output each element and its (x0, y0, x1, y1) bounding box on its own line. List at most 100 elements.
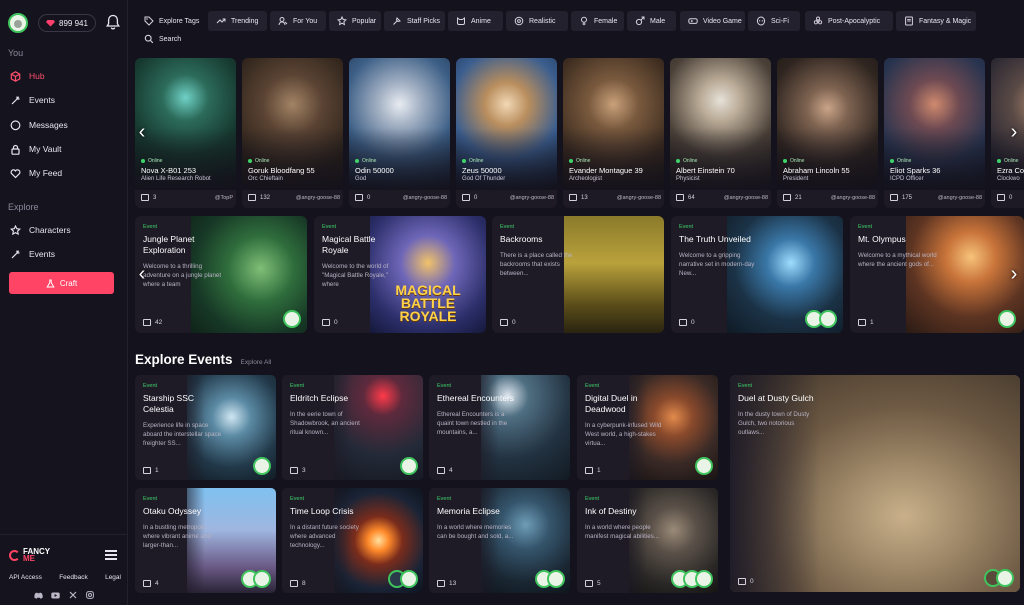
host-avatar[interactable] (253, 457, 271, 475)
character-card[interactable]: Online Goruk Bloodfang 55 Orc Chieftain … (242, 58, 343, 208)
menu-icon[interactable] (105, 550, 117, 560)
instagram-icon[interactable] (85, 591, 94, 599)
character-card[interactable]: Online Nova X-B01 253 Alien Life Researc… (135, 58, 236, 208)
event-card[interactable]: Event Ethereal Encounters Ethereal Encount… (429, 375, 570, 480)
event-card[interactable]: Event Backrooms There is a place called … (492, 216, 664, 333)
character-footer: 132 @angry-goose-88 (248, 194, 340, 201)
event-card[interactable]: Event The Truth Unveiled Welcome to a gr… (671, 216, 843, 333)
carousel-prev-icon[interactable]: ‹ (135, 118, 149, 146)
gem-balance[interactable]: 899 941 (38, 14, 96, 32)
female-icon (579, 16, 589, 26)
host-avatar[interactable] (996, 569, 1014, 587)
event-card[interactable]: Event Time Loop Crisis In a distant future… (282, 488, 423, 593)
sidebar-item-vault[interactable]: My Vault (10, 142, 61, 156)
character-card[interactable]: Online Eliot Sparks 36 ICPD Officer 175 @… (884, 58, 985, 208)
creator-handle: @angry-goose-88 (937, 194, 982, 201)
event-count: 1 (585, 467, 601, 474)
character-card[interactable]: Online Odin 50000 God 0 @angry-goose-88 (349, 58, 450, 208)
carousel-prev-icon[interactable]: ‹ (135, 260, 149, 288)
tag-for-you[interactable]: For You (270, 11, 326, 31)
sidebar-item-feed[interactable]: My Feed (10, 166, 62, 180)
online-badge: Online (997, 158, 1018, 164)
creator-handle: @angry-goose-88 (295, 194, 340, 201)
tag-label: Anime (471, 17, 491, 25)
host-avatar[interactable] (283, 310, 301, 328)
sidebar-item-hub[interactable]: Hub (10, 69, 45, 83)
character-card[interactable]: Online Albert Einstein 70 Physicist 64 @a… (670, 58, 771, 208)
carousel-next-icon[interactable]: › (1007, 260, 1021, 288)
explore-all-link[interactable]: Explore All (241, 359, 272, 366)
event-desc: In a bustling metropolis where vibrant a… (143, 524, 211, 549)
host-avatar[interactable] (819, 310, 837, 328)
event-title: Memoria Eclipse (437, 506, 500, 516)
footer-link-api[interactable]: API Access (9, 574, 42, 581)
event-label: Event (322, 224, 337, 230)
sidebar-item-messages[interactable]: Messages (10, 118, 68, 132)
tag-realistic[interactable]: Realistic (506, 11, 568, 31)
sparkle-icon (10, 249, 21, 260)
event-card[interactable]: Event Jungle Planet Exploration Welcome … (135, 216, 307, 333)
tag-anime[interactable]: Anime (448, 11, 503, 31)
event-card[interactable]: Event Starship SSC Celestia Experience lif… (135, 375, 276, 480)
tag-trending[interactable]: Trending (208, 11, 267, 31)
craft-button[interactable]: Craft (9, 272, 114, 294)
event-card[interactable]: Event Ink of Destiny In a world where peop… (577, 488, 718, 593)
tag-popular[interactable]: Popular (329, 11, 381, 31)
message-icon (585, 467, 593, 474)
x-icon[interactable] (68, 591, 77, 599)
creator-handle: @angry-goose-88 (402, 194, 447, 201)
event-desc: Welcome to a gripping narrative set in m… (679, 252, 755, 277)
event-card[interactable]: Event Mt. Olympus Welcome to a mythical … (850, 216, 1024, 333)
craft-label: Craft (59, 278, 78, 288)
message-icon (437, 467, 445, 474)
event-count: 8 (290, 580, 306, 587)
character-card[interactable]: Online Abraham Lincoln 55 President 21 @a… (777, 58, 878, 208)
tag-male[interactable]: Male (627, 11, 676, 31)
tag-female[interactable]: Female (571, 11, 624, 31)
event-title: Jungle Planet Exploration (143, 234, 195, 255)
tag-post-apocalyptic[interactable]: Post-Apocalyptic (805, 11, 893, 31)
host-avatar[interactable] (400, 570, 418, 588)
event-card-large[interactable]: Event Duel at Dusty Gulch In the dusty tow… (730, 375, 1020, 592)
host-avatar[interactable] (998, 310, 1016, 328)
sidebar-item-characters[interactable]: Characters (10, 223, 71, 237)
host-avatar[interactable] (547, 570, 565, 588)
character-name: Eliot Sparks 36 (890, 166, 941, 175)
user-avatar[interactable] (8, 13, 28, 33)
character-card[interactable]: Online Evander Montague 39 Archeologist … (563, 58, 664, 208)
event-title: Eldritch Eclipse (290, 393, 349, 403)
fancyme-logo[interactable]: FANCY ME (9, 548, 50, 563)
character-card[interactable]: Online Zeus 50000 God Of Thunder 0 @angry… (456, 58, 557, 208)
host-avatar[interactable] (695, 457, 713, 475)
event-card[interactable]: Event Digital Duel in Deadwood In a cyberp… (577, 375, 718, 480)
host-avatar[interactable] (695, 570, 713, 588)
tag-video-game[interactable]: Video Game (680, 11, 745, 31)
event-card[interactable]: MAGICAL BATTLE ROYALE Event Magical Batt… (314, 216, 486, 333)
cat-face-icon (456, 16, 466, 26)
online-badge: Online (355, 158, 376, 164)
host-avatar[interactable] (253, 570, 271, 588)
host-avatar[interactable] (400, 457, 418, 475)
youtube-icon[interactable] (51, 591, 60, 599)
sidebar-item-events[interactable]: Events (10, 93, 55, 107)
event-card[interactable]: Event Eldritch Eclipse In the eerie town o… (282, 375, 423, 480)
search-tags[interactable]: Search (140, 29, 185, 49)
footer-link-feedback[interactable]: Feedback (59, 574, 88, 581)
characters-icon (10, 224, 21, 236)
tag-sci-fi[interactable]: Sci-Fi (748, 11, 800, 31)
sidebar-item-explore-events[interactable]: Events (10, 247, 55, 261)
event-desc: In a world where people manifest magical… (585, 524, 659, 540)
footer-link-legal[interactable]: Legal (105, 574, 121, 581)
bell-icon[interactable] (106, 14, 120, 30)
event-text: Event Eldritch Eclipse In the eerie town o… (290, 383, 370, 437)
tag-fantasy-magic[interactable]: Fantasy & Magic (896, 11, 976, 31)
event-text: Event Duel at Dusty Gulch In the dusty tow… (738, 383, 818, 437)
trending-icon (216, 16, 226, 26)
tag-label: Staff Picks (407, 17, 440, 25)
event-card[interactable]: Event Otaku Odyssey In a bustling metropol… (135, 488, 276, 593)
discord-icon[interactable] (34, 591, 43, 599)
event-count: 13 (437, 580, 456, 587)
event-card[interactable]: Event Memoria Eclipse In a world where mem… (429, 488, 570, 593)
tag-staff-picks[interactable]: Staff Picks (384, 11, 445, 31)
carousel-next-icon[interactable]: › (1007, 118, 1021, 146)
